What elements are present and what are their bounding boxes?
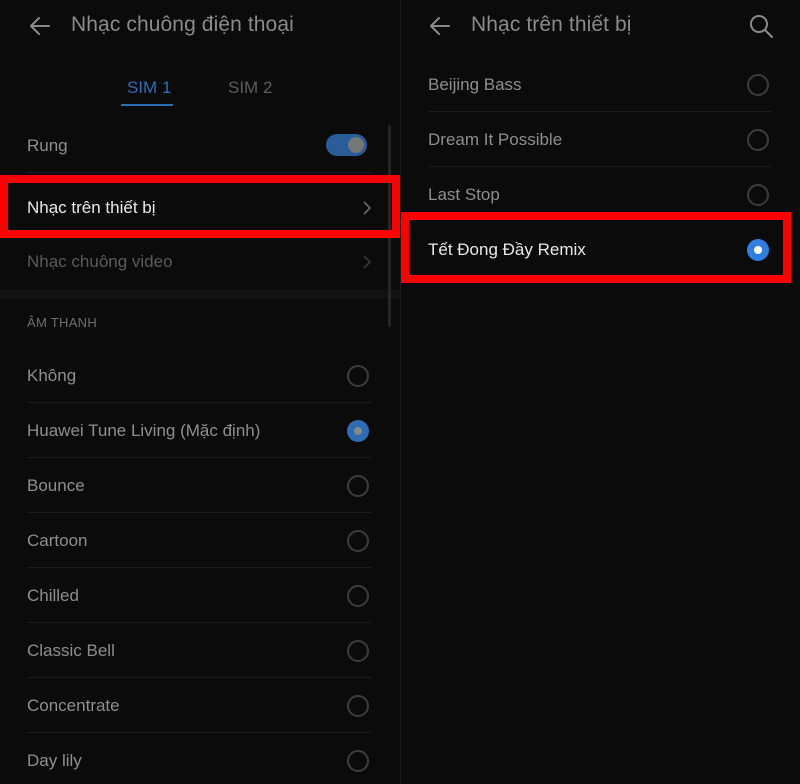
- list-item[interactable]: Beijing Bass: [401, 57, 800, 112]
- sim-tabs: SIM 1 SIM 2: [0, 66, 400, 110]
- device-music-row[interactable]: Nhạc trên thiết bị: [0, 180, 400, 235]
- scrollbar[interactable]: [388, 125, 391, 327]
- chevron-right-icon: [363, 200, 372, 215]
- radio-button-selected[interactable]: [747, 238, 769, 261]
- radio-button[interactable]: [747, 73, 769, 96]
- sound-label: Không: [27, 365, 77, 385]
- ringtone-settings-panel: Nhạc chuông điện thoại SIM 1 SIM 2 Rung …: [0, 0, 400, 784]
- list-item[interactable]: Chilled: [0, 568, 400, 623]
- song-label: Dream It Possible: [428, 129, 563, 149]
- list-item[interactable]: Huawei Tune Living (Mặc định): [0, 403, 400, 458]
- header: Nhạc chuông điện thoại: [0, 0, 400, 52]
- sound-label: Concentrate: [27, 695, 120, 715]
- chevron-right-icon: [363, 254, 372, 269]
- radio-button[interactable]: [347, 584, 369, 607]
- search-icon[interactable]: [748, 13, 774, 39]
- sound-label: Day lily: [27, 750, 82, 770]
- list-item[interactable]: Không: [0, 348, 400, 403]
- radio-button-selected[interactable]: [347, 419, 369, 442]
- video-ringtone-row[interactable]: Nhạc chuông video: [0, 234, 400, 289]
- toggle-knob: [348, 137, 364, 153]
- back-arrow-icon[interactable]: [428, 14, 452, 38]
- sound-label: Bounce: [27, 475, 85, 495]
- row-divider: [27, 172, 372, 173]
- song-label: Beijing Bass: [428, 74, 522, 94]
- sound-label: Chilled: [27, 585, 79, 605]
- list-item[interactable]: Cartoon: [0, 513, 400, 568]
- tab-sim1[interactable]: SIM 1: [127, 78, 171, 98]
- list-item[interactable]: Concentrate: [0, 678, 400, 733]
- radio-button[interactable]: [347, 529, 369, 552]
- sound-label: Huawei Tune Living (Mặc định): [27, 420, 261, 440]
- device-music-label: Nhạc trên thiết bị: [27, 197, 156, 217]
- vibrate-label: Rung: [27, 135, 68, 155]
- list-item[interactable]: Classic Bell: [0, 623, 400, 678]
- sound-label: Classic Bell: [27, 640, 115, 660]
- radio-button[interactable]: [347, 474, 369, 497]
- list-item[interactable]: Day lily: [0, 733, 400, 784]
- device-music-panel: Nhạc trên thiết bị Beijing Bass Dream It…: [401, 0, 800, 784]
- radio-button[interactable]: [347, 639, 369, 662]
- sound-label: Cartoon: [27, 530, 88, 550]
- radio-button[interactable]: [347, 364, 369, 387]
- page-title: Nhạc chuông điện thoại: [71, 13, 294, 36]
- header: Nhạc trên thiết bị: [401, 0, 800, 52]
- section-header-sound: ÂM THANH: [27, 315, 98, 330]
- list-item[interactable]: Tết Đong Đầy Remix: [401, 222, 800, 277]
- list-item[interactable]: Bounce: [0, 458, 400, 513]
- page-title: Nhạc trên thiết bị: [471, 13, 632, 36]
- list-item[interactable]: Dream It Possible: [401, 112, 800, 167]
- tab-sim2[interactable]: SIM 2: [228, 78, 272, 98]
- song-label: Last Stop: [428, 184, 500, 204]
- list-item[interactable]: Last Stop: [401, 167, 800, 222]
- radio-button[interactable]: [747, 128, 769, 151]
- radio-button[interactable]: [347, 749, 369, 772]
- active-tab-indicator: [121, 104, 173, 106]
- radio-button[interactable]: [747, 183, 769, 206]
- song-label: Tết Đong Đầy Remix: [428, 239, 586, 259]
- section-gap: [0, 289, 400, 298]
- video-ringtone-label: Nhạc chuông video: [27, 251, 173, 271]
- radio-button[interactable]: [347, 694, 369, 717]
- back-arrow-icon[interactable]: [28, 14, 52, 38]
- vibrate-toggle[interactable]: [326, 134, 367, 156]
